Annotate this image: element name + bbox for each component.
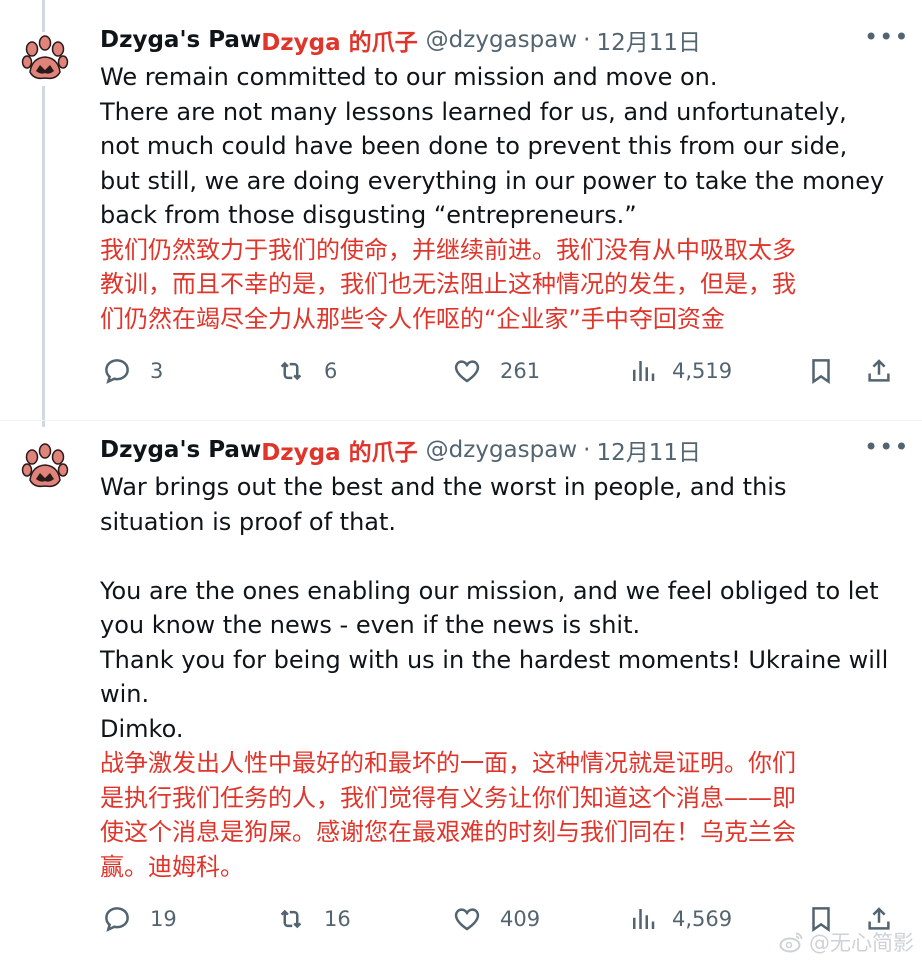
views-icon <box>633 909 655 929</box>
translation-line: 赢。迪姆科。 <box>100 852 244 881</box>
reply-count: 3 <box>150 359 164 383</box>
more-icon[interactable]: ••• <box>864 25 908 56</box>
retweet-button[interactable]: 16 <box>276 904 351 934</box>
tweet-text-line: situation is proof of that. <box>100 507 397 536</box>
separator-dot: · <box>583 27 591 53</box>
author-handle[interactable]: @dzygaspaw <box>426 27 577 53</box>
tweet-text-line: Thank you for being with us in the harde… <box>100 645 889 674</box>
tweet-date[interactable]: 12月11日 <box>596 433 701 467</box>
paw-avatar-icon <box>18 440 72 494</box>
tweet-header: Dzyga's Paw Dzyga 的爪子 @dzygaspaw · 12月11… <box>100 432 922 468</box>
avatar[interactable] <box>18 32 72 86</box>
retweet-icon <box>280 909 302 929</box>
translation-line: 使这个消息是狗屎。感谢您在最艰难的时刻与我们同在！乌克兰会 <box>100 818 796 846</box>
reply-count: 19 <box>150 907 177 931</box>
tweet-text-line: You are the ones enabling our mission, a… <box>100 576 879 605</box>
translation-line: 战争激发出人性中最好的和最坏的一面，这种情况就是证明。你们 <box>100 749 796 777</box>
share-button[interactable] <box>864 356 894 386</box>
heart-icon <box>454 908 480 931</box>
tweet-text-line: but still, we are doing everything in ou… <box>100 166 885 195</box>
like-button[interactable]: 261 <box>452 356 540 386</box>
heart-icon <box>454 360 480 383</box>
translation-line: 们仍然在竭尽全力从那些令人作呕的“企业家”手中夺回资金 <box>100 304 725 333</box>
tweet-actions: 3 6 261 4,519 <box>100 356 900 396</box>
retweet-count: 16 <box>324 907 351 931</box>
views-icon <box>633 361 655 381</box>
tweet-text-line: not much could have been done to prevent… <box>100 132 848 160</box>
tweet-text-line: Dimko. <box>100 714 184 743</box>
views-button[interactable]: 4,569 <box>628 904 732 934</box>
tweet-date[interactable]: 12月11日 <box>596 23 701 57</box>
retweet-count: 6 <box>324 359 338 383</box>
author-name-translation: Dzyga 的爪子 <box>261 30 418 56</box>
translation-line: 我们仍然致力于我们的使命，并继续前进。我们没有从中吸取太多 <box>100 235 796 264</box>
author-name-translation: Dzyga 的爪子 <box>261 440 418 466</box>
tweet-header: Dzyga's Paw Dzyga 的爪子 @dzygaspaw · 12月11… <box>100 22 922 58</box>
retweet-button[interactable]: 6 <box>276 356 337 386</box>
translation-line: 是执行我们任务的人，我们觉得有义务让你们知道这个消息——即 <box>100 783 796 812</box>
share-icon <box>868 359 890 382</box>
reply-button[interactable]: 3 <box>102 356 163 386</box>
views-count: 4,519 <box>672 359 733 383</box>
bookmark-icon <box>812 359 830 385</box>
watermark-text: @无心简影 <box>809 931 914 955</box>
translation-line: 教训，而且不幸的是，我们也无法阻止这种情况的发生，但是，我 <box>100 270 796 298</box>
reply-icon <box>105 907 129 932</box>
views-button[interactable]: 4,519 <box>628 356 732 386</box>
tweet-text: We remain committed to our mission and m… <box>100 60 900 336</box>
tweet-text: War brings out the best and the worst in… <box>100 470 900 884</box>
tweet-text-line: We remain committed to our mission and m… <box>100 63 718 91</box>
watermark: @无心简影 <box>779 927 914 957</box>
views-count: 4,569 <box>672 907 733 931</box>
like-count: 409 <box>500 907 541 931</box>
paw-avatar-icon <box>18 32 72 86</box>
reply-icon <box>105 359 129 384</box>
tweet[interactable]: Dzyga's Paw Dzyga 的爪子 @dzygaspaw · 12月11… <box>0 0 922 420</box>
tweet-text-line: you know the news - even if the news is … <box>100 611 641 639</box>
tweet-text-line: War brings out the best and the worst in… <box>100 473 787 501</box>
avatar[interactable] <box>18 440 72 494</box>
more-icon[interactable]: ••• <box>864 435 908 466</box>
bookmark-button[interactable] <box>806 356 836 386</box>
retweet-icon <box>280 361 302 381</box>
like-button[interactable]: 409 <box>452 904 540 934</box>
tweet-text-line: win. <box>100 680 150 708</box>
weibo-icon <box>779 932 803 953</box>
paragraph-break <box>100 539 900 574</box>
tweet-text-line: back from those disgusting “entrepreneur… <box>100 201 637 229</box>
tweet-text-line: There are not many lessons learned for u… <box>100 97 847 126</box>
separator-dot: · <box>583 437 591 463</box>
like-count: 261 <box>500 359 541 383</box>
author-handle[interactable]: @dzygaspaw <box>426 437 577 463</box>
author-name[interactable]: Dzyga's Paw <box>100 437 261 463</box>
author-name[interactable]: Dzyga's Paw <box>100 27 261 53</box>
reply-button[interactable]: 19 <box>102 904 177 934</box>
